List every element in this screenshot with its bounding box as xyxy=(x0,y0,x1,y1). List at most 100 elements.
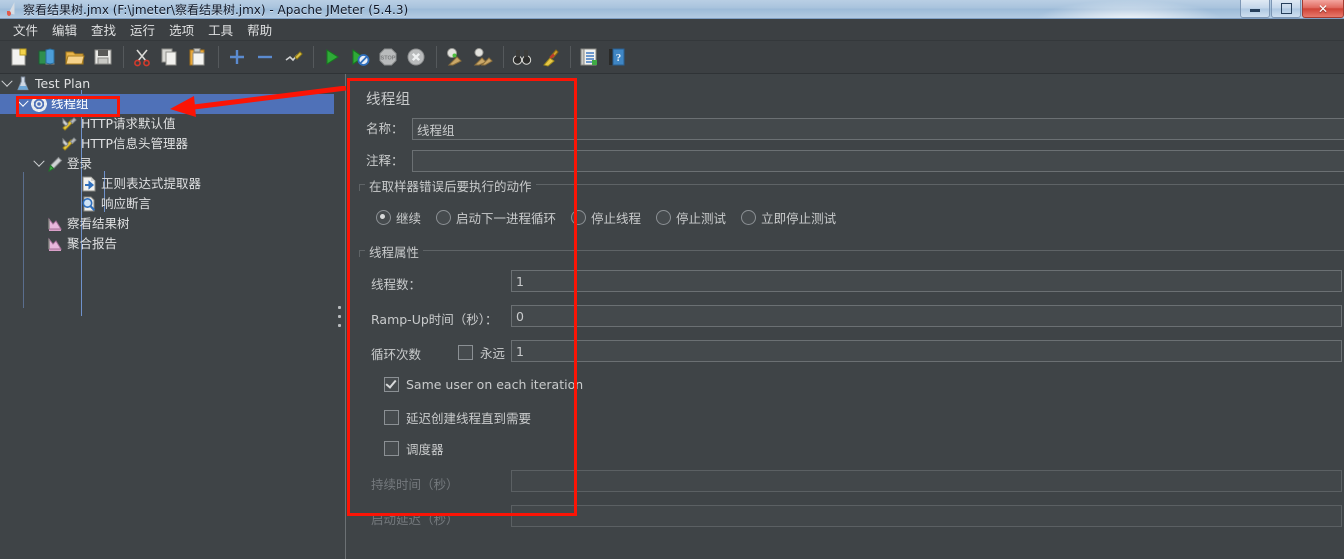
menu-bar: 文件 编辑 查找 运行 选项 工具 帮助 xyxy=(0,19,1344,41)
test-plan-tree[interactable]: Test Plan 线程组 HTTP请求默认值 HTTP信息头管理器 登录 正则… xyxy=(0,74,334,559)
expander-placeholder xyxy=(66,194,80,214)
tree-item-aggregate-report[interactable]: 聚合报告 xyxy=(0,234,334,254)
toolbar-templates[interactable] xyxy=(34,44,60,70)
thread-group-config-panel: 线程组 名称： 注释： 在取样器错误后要执行的动作 继续 启动下一进程循环 xyxy=(345,74,1344,559)
threads-row: 线程数： xyxy=(371,274,421,293)
stop-sign-icon: STOP xyxy=(379,48,397,66)
tree-item-label: Test Plan xyxy=(35,76,91,91)
page-title: 线程组 xyxy=(366,92,411,108)
radio-continue[interactable]: 继续 xyxy=(376,208,421,227)
toolbar-start-no-pauses[interactable] xyxy=(347,44,373,70)
toolbar-collapse-all[interactable] xyxy=(252,44,278,70)
scheduler-checkbox[interactable]: 调度器 xyxy=(384,439,444,458)
toolbar-toggle[interactable] xyxy=(280,44,306,70)
window-controls: ✕ xyxy=(1239,0,1344,18)
tree-item-thread-group[interactable]: 线程组 xyxy=(0,94,334,114)
toggle-pencil-icon xyxy=(285,51,303,62)
toolbar-copy[interactable] xyxy=(157,44,183,70)
menu-options[interactable]: 选项 xyxy=(162,18,201,41)
forever-checkbox[interactable]: 永远 xyxy=(458,343,505,362)
toolbar-help[interactable]: ? xyxy=(604,44,630,70)
search-binoculars-icon xyxy=(512,50,532,65)
threads-input[interactable] xyxy=(511,270,1342,292)
toolbar-expand-all[interactable] xyxy=(224,44,250,70)
toolbar-new[interactable] xyxy=(6,44,32,70)
rampup-input[interactable] xyxy=(511,305,1342,327)
menu-tools[interactable]: 工具 xyxy=(201,18,240,41)
minus-icon xyxy=(258,55,272,59)
toolbar-reset-search[interactable] xyxy=(537,44,563,70)
thread-group-gear-icon xyxy=(30,95,48,113)
shutdown-icon xyxy=(407,48,425,66)
radio-dot-icon xyxy=(436,210,452,225)
plus-icon xyxy=(230,50,244,64)
toolbar-clear[interactable] xyxy=(442,44,468,70)
help-book-icon: ? xyxy=(609,48,625,66)
regex-extractor-icon xyxy=(80,175,98,193)
loops-input[interactable] xyxy=(511,340,1342,362)
menu-help[interactable]: 帮助 xyxy=(240,18,279,41)
toolbar-separator-5 xyxy=(503,46,504,68)
radio-stop-thread[interactable]: 停止线程 xyxy=(571,208,641,227)
expander-placeholder xyxy=(46,134,60,154)
toolbar-save[interactable] xyxy=(90,44,116,70)
radio-stop-test[interactable]: 停止测试 xyxy=(656,208,726,227)
name-input[interactable] xyxy=(412,118,1344,140)
close-button[interactable]: ✕ xyxy=(1302,0,1344,18)
tree-item-test-plan[interactable]: Test Plan xyxy=(0,74,334,94)
minimize-button[interactable] xyxy=(1240,0,1270,18)
startup-delay-input[interactable] xyxy=(511,505,1342,527)
radio-start-next-loop[interactable]: 启动下一进程循环 xyxy=(436,208,556,227)
same-user-checkbox[interactable]: Same user on each iteration xyxy=(384,377,583,392)
maximize-button[interactable] xyxy=(1271,0,1301,18)
toolbar-clear-all[interactable] xyxy=(470,44,496,70)
reset-search-broom-icon xyxy=(543,49,559,67)
title-bar: 察看结果树.jmx (F:\jmeter\察看结果树.jmx) - Apache… xyxy=(0,0,1344,19)
menu-search[interactable]: 查找 xyxy=(84,18,123,41)
comment-field-row: 注释： xyxy=(366,150,411,169)
pane-splitter[interactable] xyxy=(334,74,345,559)
toolbar-stop[interactable]: STOP xyxy=(375,44,401,70)
expander-test-plan[interactable] xyxy=(0,74,14,94)
http-defaults-icon xyxy=(60,115,78,133)
rampup-row: Ramp-Up时间（秒）： xyxy=(371,309,498,328)
radio-stop-test-now[interactable]: 立即停止测试 xyxy=(741,208,836,227)
menu-file[interactable]: 文件 xyxy=(6,18,45,41)
loops-label: 循环次数 xyxy=(371,347,422,362)
duration-row: 持续时间（秒） xyxy=(371,474,459,493)
toolbar-separator-1 xyxy=(123,46,124,68)
tree-item-login[interactable]: 登录 xyxy=(0,154,334,174)
checkbox-icon xyxy=(384,377,399,392)
toolbar-start[interactable] xyxy=(319,44,345,70)
tree-item-view-results-tree[interactable]: 察看结果树 xyxy=(0,214,334,234)
toolbar-shutdown[interactable] xyxy=(403,44,429,70)
expander-placeholder xyxy=(66,174,80,194)
new-document-icon xyxy=(11,48,27,66)
expander-thread-group[interactable] xyxy=(16,94,30,114)
radio-label: 启动下一进程循环 xyxy=(456,211,557,226)
cut-scissors-icon xyxy=(134,49,150,67)
toolbar-open[interactable] xyxy=(62,44,88,70)
delay-create-threads-checkbox[interactable]: 延迟创建线程直到需要 xyxy=(384,408,531,427)
group-border-line xyxy=(359,250,1344,251)
tree-item-response-assertion[interactable]: 响应断言 xyxy=(0,194,334,214)
tree-item-http-defaults[interactable]: HTTP请求默认值 xyxy=(0,114,334,134)
toolbar-search[interactable] xyxy=(509,44,535,70)
comment-input[interactable] xyxy=(412,150,1344,172)
duration-input[interactable] xyxy=(511,470,1342,492)
checkbox-icon xyxy=(384,441,399,456)
menu-run[interactable]: 运行 xyxy=(123,18,162,41)
tree-item-label: 登录 xyxy=(67,156,93,171)
tree-item-label: 正则表达式提取器 xyxy=(101,176,202,191)
tree-item-http-header-manager[interactable]: HTTP信息头管理器 xyxy=(0,134,334,154)
menu-edit[interactable]: 编辑 xyxy=(45,18,84,41)
expander-placeholder xyxy=(32,234,46,254)
aggregate-report-icon xyxy=(46,235,64,253)
startup-delay-row: 启动延迟（秒） xyxy=(371,509,459,528)
expander-login[interactable] xyxy=(32,154,46,174)
tree-item-regex-extractor[interactable]: 正则表达式提取器 xyxy=(0,174,334,194)
toolbar-paste[interactable] xyxy=(185,44,211,70)
jmeter-window: 察看结果树.jmx (F:\jmeter\察看结果树.jmx) - Apache… xyxy=(0,0,1344,559)
toolbar-function-helper[interactable] xyxy=(576,44,602,70)
toolbar-cut[interactable] xyxy=(129,44,155,70)
